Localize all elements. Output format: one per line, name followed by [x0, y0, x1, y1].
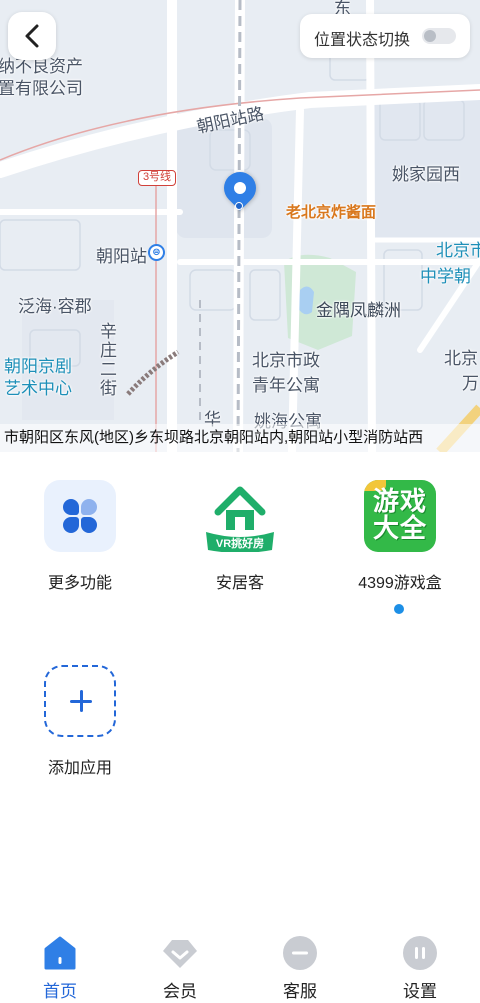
home-icon — [42, 935, 78, 971]
map-label-fanhai: 泛海·容郡 — [18, 297, 92, 316]
new-indicator-dot — [394, 604, 404, 614]
back-button[interactable] — [8, 12, 56, 60]
location-state-toggle[interactable]: 位置状态切换 — [300, 14, 470, 58]
bottom-tab-bar: 首页 会员 客服 设置 — [0, 930, 480, 1003]
map-label-school-1: 北京市 — [436, 241, 480, 260]
app-name: 安居客 — [215, 575, 264, 592]
chevron-left-icon — [25, 24, 39, 48]
location-dot — [235, 202, 243, 210]
plus-icon — [44, 665, 116, 737]
settings-icon — [402, 935, 438, 971]
map-label-company-2: 置有限公司 — [0, 79, 83, 98]
tab-label: 客服 — [283, 982, 317, 1001]
game-tile-text-2: 大全 — [372, 513, 427, 543]
map-label-restaurant: 老北京炸酱面 — [286, 204, 377, 221]
app-more-functions[interactable]: 更多功能 — [0, 480, 160, 593]
tab-service[interactable]: 客服 — [240, 930, 360, 1002]
subway-icon: ⊜ — [148, 244, 165, 261]
anjuke-badge: VR挑好房 — [215, 538, 265, 550]
more-functions-icon — [44, 480, 116, 552]
map-label-jinyu: 金隅凤麟洲 — [316, 301, 401, 320]
app-add[interactable]: 添加应用 — [0, 665, 160, 778]
vip-icon — [162, 935, 198, 971]
map-view[interactable]: 纳不良资产 置有限公司 朝阳站路 3号线 朝阳站 ⊜ 姚家园西 老北京炸酱面 北… — [0, 0, 480, 452]
map-label-beijing-right: 北京 — [444, 349, 478, 368]
map-label-wan: 万 — [462, 374, 479, 393]
map-label-xinzhuang: 辛庄二街 — [97, 322, 116, 398]
app-name: 4399游戏盒 — [358, 575, 442, 592]
map-label-theater-2: 艺术中心 — [4, 379, 72, 398]
tab-label: 首页 — [43, 982, 77, 1001]
app-name: 添加应用 — [47, 760, 112, 777]
tab-label: 设置 — [403, 982, 437, 1001]
app-anjuke[interactable]: VR挑好房 安居客 — [160, 480, 320, 593]
map-label-apartment-2: 青年公寓 — [252, 376, 320, 395]
address-text: 市朝阳区东风(地区)乡东坝路北京朝阳站内,朝阳站小型消防站西 — [0, 424, 480, 452]
map-label-station: 朝阳站 — [96, 247, 147, 266]
tab-vip[interactable]: 会员 — [120, 930, 240, 1002]
subway-line-badge: 3号线 — [138, 170, 176, 186]
game-tile-text-1: 游戏 — [372, 486, 427, 516]
toggle-switch[interactable] — [422, 28, 456, 44]
map-label-apartment-1: 北京市政 — [252, 351, 320, 370]
map-label-yaojiayuan: 姚家园西 — [392, 165, 460, 184]
tab-settings[interactable]: 设置 — [360, 930, 480, 1002]
toggle-label: 位置状态切换 — [314, 32, 411, 49]
app-name: 更多功能 — [47, 575, 112, 592]
map-label-school-2: 中学朝 — [420, 267, 471, 286]
anjuke-icon: VR挑好房 — [204, 480, 276, 553]
app-4399[interactable]: 游戏 大全 4399游戏盒 — [320, 480, 480, 593]
game-box-icon: 游戏 大全 — [364, 480, 436, 552]
tab-label: 会员 — [163, 982, 197, 1001]
tab-home[interactable]: 首页 — [0, 930, 120, 1002]
service-icon — [282, 935, 318, 971]
